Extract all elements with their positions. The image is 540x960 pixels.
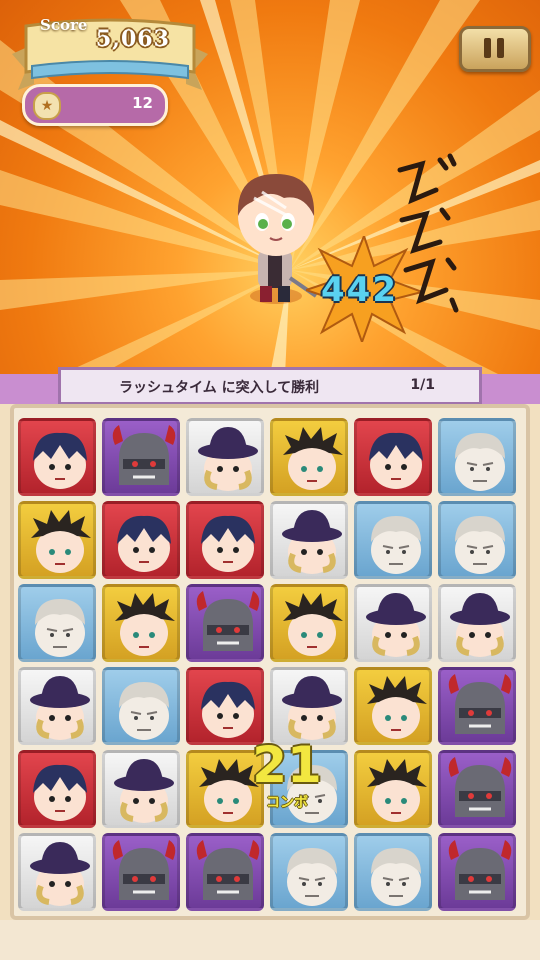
hatman-face-icon — [450, 593, 510, 657]
oldman-face-icon — [455, 433, 505, 491]
puzzle-tile-spiky[interactable] — [270, 418, 348, 496]
hatman-face-icon — [30, 842, 90, 906]
score-value: 5,063 — [96, 26, 170, 52]
hatman-face-icon — [282, 676, 342, 740]
spiky-face-icon — [283, 593, 343, 656]
vampire-face-icon — [201, 681, 255, 738]
puzzle-tile-oldman[interactable] — [270, 833, 348, 911]
spiky-face-icon — [283, 427, 343, 490]
mission-progress: 1/1 — [410, 377, 435, 393]
puzzle-tile-vampire[interactable] — [18, 418, 96, 496]
damage-number: 442 — [321, 270, 398, 310]
puzzle-tile-oldman[interactable] — [102, 667, 180, 745]
combo-label: コンボ — [266, 795, 308, 811]
puzzle-tile-helmet[interactable] — [438, 833, 516, 911]
helmet-face-icon — [448, 840, 512, 900]
pause-button[interactable] — [459, 26, 531, 72]
puzzle-tile-hatman[interactable] — [102, 750, 180, 828]
spiky-face-icon — [115, 593, 175, 656]
puzzle-tile-hatman[interactable] — [270, 501, 348, 579]
hatman-face-icon — [282, 510, 342, 574]
puzzle-tile-vampire[interactable] — [354, 418, 432, 496]
puzzle-tile-vampire[interactable] — [102, 501, 180, 579]
hatman-face-icon — [366, 593, 426, 657]
vampire-face-icon — [33, 432, 87, 489]
helmet-face-icon — [448, 674, 512, 734]
puzzle-tile-spiky[interactable] — [354, 667, 432, 745]
puzzle-board — [10, 404, 530, 920]
puzzle-tile-helmet[interactable] — [186, 584, 264, 662]
puzzle-tile-hatman[interactable] — [186, 418, 264, 496]
puzzle-tile-helmet[interactable] — [438, 750, 516, 828]
puzzle-tile-helmet[interactable] — [186, 833, 264, 911]
vampire-face-icon — [201, 515, 255, 572]
puzzle-tile-oldman[interactable] — [354, 833, 432, 911]
helmet-face-icon — [112, 425, 176, 485]
helmet-face-icon — [112, 840, 176, 900]
oldman-face-icon — [35, 599, 85, 657]
sound-effect-text — [397, 153, 459, 313]
puzzle-tile-spiky[interactable] — [102, 584, 180, 662]
puzzle-tile-spiky[interactable] — [18, 501, 96, 579]
puzzle-tile-oldman[interactable] — [438, 418, 516, 496]
puzzle-tile-vampire[interactable] — [18, 750, 96, 828]
coin-icon: ★ — [33, 92, 61, 120]
hatman-face-icon — [198, 427, 258, 491]
puzzle-tile-hatman[interactable] — [354, 584, 432, 662]
pause-icon-bar — [497, 38, 504, 58]
vampire-face-icon — [117, 515, 171, 572]
puzzle-tile-hatman[interactable] — [438, 584, 516, 662]
spiky-face-icon — [31, 510, 91, 573]
vampire-face-icon — [33, 764, 87, 821]
puzzle-tile-spiky[interactable] — [354, 750, 432, 828]
puzzle-tile-hatman[interactable] — [270, 667, 348, 745]
coin-counter: ★ 12 — [22, 84, 168, 126]
mission-text: ラッシュタイム に突入して勝利 — [119, 380, 320, 396]
helmet-face-icon — [196, 840, 260, 900]
pause-icon — [484, 38, 491, 58]
combo-counter: 21 コンボ — [252, 738, 322, 812]
bottom-margin — [0, 920, 540, 960]
mission-banner: ラッシュタイム に突入して勝利 1/1 — [58, 367, 482, 405]
vampire-face-icon — [369, 432, 423, 489]
score-label: Score — [40, 16, 88, 34]
oldman-face-icon — [371, 848, 421, 906]
hatman-face-icon — [30, 676, 90, 740]
spiky-face-icon — [367, 676, 427, 739]
puzzle-tile-vampire[interactable] — [186, 501, 264, 579]
combo-number: 21 — [252, 736, 322, 794]
hatman-face-icon — [114, 759, 174, 823]
puzzle-tile-hatman[interactable] — [18, 833, 96, 911]
puzzle-tile-oldman[interactable] — [18, 584, 96, 662]
puzzle-tile-helmet[interactable] — [102, 418, 180, 496]
puzzle-tile-helmet[interactable] — [102, 833, 180, 911]
puzzle-tile-oldman[interactable] — [438, 501, 516, 579]
oldman-face-icon — [119, 682, 169, 740]
puzzle-tile-helmet[interactable] — [438, 667, 516, 745]
helmet-face-icon — [196, 591, 260, 651]
spiky-face-icon — [367, 759, 427, 822]
coin-count: 12 — [132, 94, 153, 112]
puzzle-tile-vampire[interactable] — [186, 667, 264, 745]
oldman-face-icon — [371, 516, 421, 574]
oldman-face-icon — [287, 848, 337, 906]
puzzle-tile-oldman[interactable] — [354, 501, 432, 579]
puzzle-tile-hatman[interactable] — [18, 667, 96, 745]
helmet-face-icon — [448, 757, 512, 817]
oldman-face-icon — [455, 516, 505, 574]
puzzle-tile-spiky[interactable] — [270, 584, 348, 662]
